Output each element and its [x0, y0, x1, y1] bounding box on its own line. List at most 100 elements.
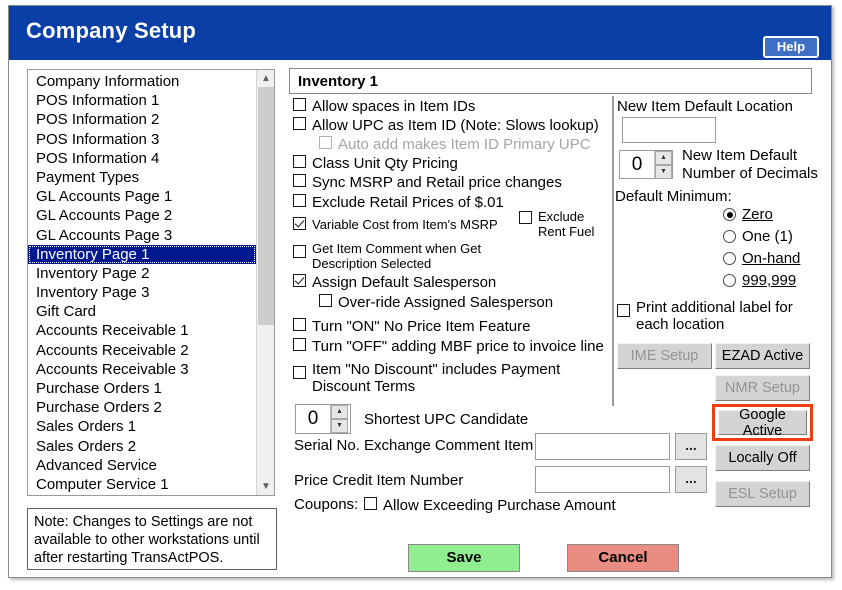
- radio-button[interactable]: [723, 208, 736, 221]
- checkbox-label: Exclude Rent Fuel: [538, 209, 595, 239]
- new-item-location-label: New Item Default Location: [617, 98, 793, 115]
- radio-button[interactable]: [723, 252, 736, 265]
- checkbox-auto-add-primary-upc: Auto add makes Item ID Primary UPC: [319, 136, 591, 153]
- checkbox-sync-msrp-retail[interactable]: Sync MSRP and Retail price changes: [293, 174, 562, 191]
- panel-header-field[interactable]: Inventory 1: [289, 68, 812, 94]
- checkbox-exclude-rent-fuel[interactable]: Exclude Rent Fuel: [519, 209, 599, 239]
- checkbox-label: Auto add makes Item ID Primary UPC: [338, 136, 591, 153]
- checkbox-get-item-comment[interactable]: Get Item Comment when Get Description Se…: [293, 241, 513, 271]
- radio-default-minimum-999999[interactable]: 999,999: [723, 272, 796, 289]
- new-item-decimals-spinner[interactable]: 0 ▲ ▼: [619, 150, 673, 179]
- checkbox-box[interactable]: [293, 194, 306, 207]
- spinner-down-icon[interactable]: ▼: [331, 419, 348, 433]
- sidebar-item[interactable]: Purchase Orders 2: [28, 398, 256, 417]
- radio-default-minimum-one[interactable]: One (1): [723, 228, 793, 245]
- sidebar-item[interactable]: Purchase Orders 1: [28, 379, 256, 398]
- sidebar-item[interactable]: Accounts Receivable 2: [28, 341, 256, 360]
- checkbox-class-unit-qty-pricing[interactable]: Class Unit Qty Pricing: [293, 155, 458, 172]
- checkbox-box[interactable]: [293, 174, 306, 187]
- listbox-scrollbar[interactable]: ▲ ▼: [256, 70, 274, 495]
- ezad-active-button[interactable]: EZAD Active: [715, 343, 810, 369]
- chevron-down-icon[interactable]: ▼: [257, 478, 274, 495]
- radio-default-minimum-onhand[interactable]: On-hand: [723, 250, 800, 267]
- new-item-location-input[interactable]: [622, 117, 716, 143]
- radio-default-minimum-zero[interactable]: Zero: [723, 206, 773, 223]
- help-button[interactable]: Help: [763, 36, 819, 58]
- sidebar-item[interactable]: Inventory Page 2: [28, 264, 256, 283]
- serial-exchange-browse-button[interactable]: ...: [675, 433, 707, 460]
- checkbox-box[interactable]: [519, 211, 532, 224]
- radio-label: On-hand: [742, 250, 801, 267]
- print-additional-label-text: Print additional label for each location: [636, 299, 793, 333]
- checkbox-box[interactable]: [293, 117, 306, 130]
- sidebar-item[interactable]: Accounts Receivable 3: [28, 360, 256, 379]
- checkbox-assign-default-salesperson[interactable]: Assign Default Salesperson: [293, 274, 496, 291]
- price-credit-label: Price Credit Item Number: [294, 472, 464, 489]
- checkbox-box[interactable]: [293, 338, 306, 351]
- radio-button[interactable]: [723, 274, 736, 287]
- sidebar-item[interactable]: Sales Orders 2: [28, 437, 256, 456]
- sidebar-item[interactable]: POS Information 2: [28, 110, 256, 129]
- spinner-down-icon[interactable]: ▼: [655, 165, 672, 179]
- sidebar-item[interactable]: GL Accounts Page 2: [28, 206, 256, 225]
- sidebar-item[interactable]: Company Information: [28, 72, 256, 91]
- serial-exchange-label: Serial No. Exchange Comment Item: [294, 437, 534, 454]
- checkbox-allow-exceeding-purchase[interactable]: Allow Exceeding Purchase Amount: [364, 497, 616, 514]
- checkbox-turn-off-mbf[interactable]: Turn "OFF" adding MBF price to invoice l…: [293, 338, 604, 355]
- checkbox-label: Over-ride Assigned Salesperson: [338, 294, 554, 311]
- checkbox-allow-upc-as-item-id[interactable]: Allow UPC as Item ID (Note: Slows lookup…: [293, 117, 599, 134]
- save-button[interactable]: Save: [408, 544, 520, 572]
- checkbox-box[interactable]: [293, 98, 306, 111]
- sidebar-item[interactable]: POS Information 4: [28, 149, 256, 168]
- serial-exchange-input[interactable]: [535, 433, 670, 460]
- checkbox-box[interactable]: [617, 304, 630, 317]
- checkbox-label: Exclude Retail Prices of $.01: [312, 194, 504, 211]
- checkbox-box[interactable]: [293, 155, 306, 168]
- scrollbar-thumb[interactable]: [258, 87, 274, 325]
- locally-off-button[interactable]: Locally Off: [715, 445, 810, 471]
- checkbox-turn-on-no-price[interactable]: Turn "ON" No Price Item Feature: [293, 318, 531, 335]
- sidebar-item[interactable]: Advanced Service: [28, 456, 256, 475]
- checkbox-box[interactable]: [293, 245, 306, 258]
- checkbox-box[interactable]: [319, 294, 332, 307]
- sidebar-item[interactable]: GL Accounts Page 3: [28, 226, 256, 245]
- radio-button[interactable]: [723, 230, 736, 243]
- price-credit-input[interactable]: [535, 466, 670, 493]
- checkbox-print-additional-label[interactable]: Print additional label for each location: [617, 299, 793, 333]
- spinner-buttons[interactable]: ▲ ▼: [654, 151, 672, 179]
- shortest-upc-value[interactable]: 0: [296, 405, 330, 433]
- chevron-up-icon[interactable]: ▲: [257, 70, 274, 87]
- setup-pages-listbox[interactable]: Company Information POS Information 1 POS …: [27, 69, 275, 496]
- checkbox-box[interactable]: [293, 366, 306, 379]
- radio-label: 999,999: [742, 272, 797, 289]
- sidebar-item[interactable]: Inventory Page 3: [28, 283, 256, 302]
- checkbox-box[interactable]: [364, 497, 377, 510]
- checkbox-box[interactable]: [293, 274, 306, 287]
- checkbox-label: Allow spaces in Item IDs: [312, 98, 476, 115]
- sidebar-item[interactable]: Payment Types: [28, 168, 256, 187]
- checkbox-variable-cost-msrp[interactable]: Variable Cost from Item's MSRP: [293, 217, 498, 232]
- checkbox-box[interactable]: [293, 318, 306, 331]
- sidebar-item[interactable]: Inventory Page 1: [28, 244, 256, 264]
- checkbox-label: Turn "ON" No Price Item Feature: [312, 318, 531, 335]
- google-active-button[interactable]: Google Active: [718, 407, 807, 439]
- sidebar-item[interactable]: Accounts Receivable 1: [28, 321, 256, 340]
- sidebar-item[interactable]: Gift Card: [28, 302, 256, 321]
- sidebar-item[interactable]: POS Information 1: [28, 91, 256, 110]
- checkbox-no-discount-payment-terms[interactable]: Item "No Discount" includes Payment Disc…: [293, 361, 563, 395]
- spinner-buttons[interactable]: ▲ ▼: [330, 405, 348, 433]
- sidebar-item[interactable]: POS Information 3: [28, 130, 256, 149]
- spinner-up-icon[interactable]: ▲: [331, 405, 348, 419]
- sidebar-item[interactable]: GL Accounts Page 1: [28, 187, 256, 206]
- sidebar-item[interactable]: Computer Service 1: [28, 475, 256, 494]
- checkbox-override-assigned-salesperson[interactable]: Over-ride Assigned Salesperson: [319, 294, 553, 311]
- sidebar-item[interactable]: Sales Orders 1: [28, 417, 256, 436]
- spinner-up-icon[interactable]: ▲: [655, 151, 672, 165]
- shortest-upc-spinner[interactable]: 0 ▲ ▼: [295, 404, 351, 434]
- checkbox-exclude-retail-prices[interactable]: Exclude Retail Prices of $.01: [293, 194, 504, 211]
- new-item-decimals-value[interactable]: 0: [620, 151, 654, 178]
- cancel-button[interactable]: Cancel: [567, 544, 679, 572]
- price-credit-browse-button[interactable]: ...: [675, 466, 707, 493]
- checkbox-allow-spaces[interactable]: Allow spaces in Item IDs: [293, 98, 475, 115]
- checkbox-box[interactable]: [293, 217, 306, 230]
